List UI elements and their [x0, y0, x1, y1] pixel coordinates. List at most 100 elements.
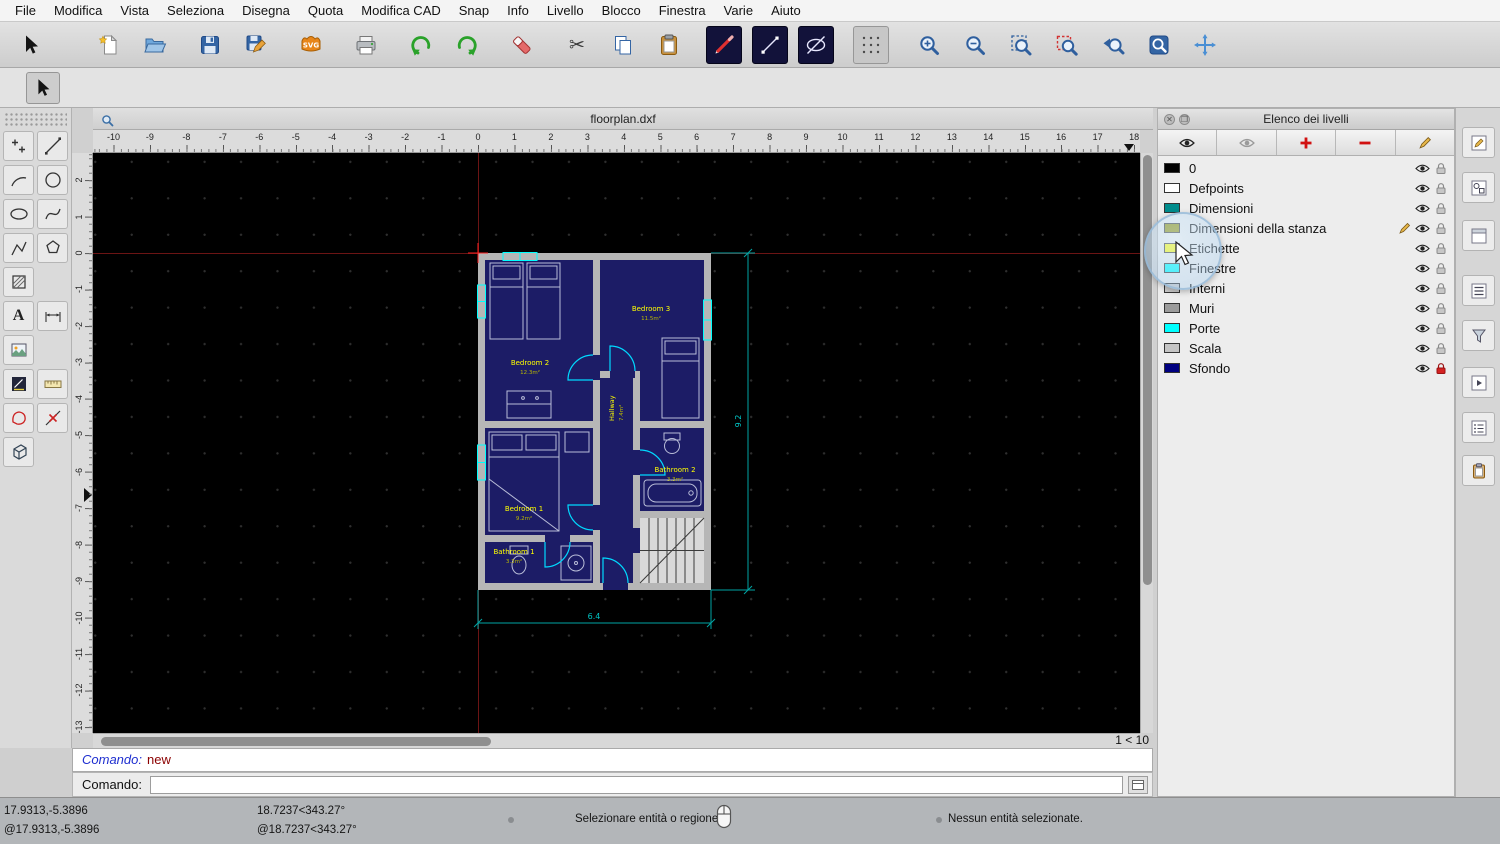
zoom-auto-button[interactable] [1003, 26, 1039, 64]
dock-property-editor-button[interactable] [1462, 127, 1495, 158]
circle-tool-button[interactable] [37, 165, 68, 195]
polyline-tool-button[interactable] [3, 233, 34, 263]
layer-visibility-eye-icon[interactable] [1412, 363, 1433, 374]
floorplan-drawing[interactable]: Bedroom 2 12.3m² Bedroom 3 11.5m² Bedroo… [463, 243, 763, 638]
undo-button[interactable] [403, 26, 439, 64]
dock-block-list-button[interactable] [1462, 275, 1495, 306]
region-tool-button[interactable] [3, 403, 34, 433]
line-tool-button[interactable] [752, 25, 788, 64]
layer-lock-icon[interactable] [1433, 362, 1449, 375]
hide-all-layers-button[interactable] [1217, 130, 1277, 155]
layer-visibility-eye-icon[interactable] [1412, 243, 1433, 254]
drawing-canvas[interactable]: Bedroom 2 12.3m² Bedroom 3 11.5m² Bedroo… [93, 153, 1140, 733]
palette-grip[interactable] [4, 112, 67, 127]
layer-visibility-eye-icon[interactable] [1412, 343, 1433, 354]
image-tool-button[interactable] [3, 335, 34, 365]
arc-tool-button[interactable] [3, 165, 34, 195]
zoom-previous-button[interactable] [1095, 26, 1131, 64]
cut-button[interactable]: ✂ [559, 26, 595, 64]
grid-toggle-button[interactable] [853, 25, 889, 64]
horizontal-scrollbar-thumb[interactable] [101, 736, 491, 746]
menu-item[interactable]: Disegna [233, 0, 299, 22]
hatch-tool-button[interactable] [3, 267, 34, 297]
dimension-tool-button[interactable] [37, 301, 68, 331]
new-file-button[interactable] [91, 26, 127, 64]
layer-row[interactable]: Defpoints [1158, 178, 1454, 198]
divide-tool-button[interactable] [37, 403, 68, 433]
redo-button[interactable] [449, 26, 485, 64]
dock-panel-button[interactable] [1462, 220, 1495, 251]
layer-lock-icon[interactable] [1433, 342, 1449, 355]
panel-reveal-arrow[interactable] [84, 488, 92, 502]
text-tool-button[interactable]: A [3, 301, 34, 331]
menu-item[interactable]: Quota [299, 0, 352, 22]
layer-visibility-eye-icon[interactable] [1412, 203, 1433, 214]
layer-row[interactable]: Scala [1158, 338, 1454, 358]
layer-lock-icon[interactable] [1433, 302, 1449, 315]
layer-visibility-eye-icon[interactable] [1412, 303, 1433, 314]
menu-item[interactable]: Livello [538, 0, 593, 22]
draw-pen-button[interactable] [706, 25, 742, 64]
svg-export-button[interactable]: SVG [293, 26, 329, 64]
add-layer-button[interactable] [1277, 130, 1337, 155]
dock-list-button[interactable] [1462, 412, 1495, 443]
selection-mode-button[interactable] [26, 72, 60, 104]
layer-visibility-eye-icon[interactable] [1412, 163, 1433, 174]
menu-item[interactable]: Modifica [45, 0, 111, 22]
dock-clipboard-button[interactable] [1462, 455, 1495, 486]
layer-lock-icon[interactable] [1433, 282, 1449, 295]
layer-visibility-eye-icon[interactable] [1412, 323, 1433, 334]
spline-tool-button[interactable] [37, 199, 68, 229]
menu-item[interactable]: File [6, 0, 45, 22]
vertical-scrollbar-thumb[interactable] [1143, 155, 1152, 585]
zoom-selection-button[interactable] [1049, 26, 1085, 64]
close-panel-button[interactable]: ✕ [1164, 114, 1175, 125]
menu-item[interactable]: Info [498, 0, 538, 22]
menu-item[interactable]: Varie [715, 0, 762, 22]
menu-item[interactable]: Blocco [593, 0, 650, 22]
command-input[interactable] [149, 775, 1123, 794]
horizontal-scrollbar[interactable] [93, 733, 1140, 748]
solid-tool-button[interactable] [3, 437, 34, 467]
menu-item[interactable]: Modifica CAD [352, 0, 449, 22]
layer-row[interactable]: Muri [1158, 298, 1454, 318]
menu-item[interactable]: Snap [450, 0, 498, 22]
eraser-button[interactable] [504, 26, 540, 64]
edit-layer-button[interactable] [1396, 130, 1454, 155]
detach-panel-button[interactable]: ❐ [1179, 114, 1190, 125]
measure-tool-button[interactable] [3, 369, 34, 399]
layer-row[interactable]: 0 [1158, 158, 1454, 178]
show-all-layers-button[interactable] [1158, 130, 1218, 155]
print-preview-button[interactable] [348, 26, 384, 64]
command-panel-toggle-button[interactable] [1128, 775, 1148, 794]
open-file-button[interactable] [137, 26, 173, 64]
zoom-window-button[interactable] [1141, 26, 1177, 64]
zoom-out-button[interactable] [957, 26, 993, 64]
layer-row[interactable]: Porte [1158, 318, 1454, 338]
layer-visibility-eye-icon[interactable] [1412, 223, 1433, 234]
layer-visibility-eye-icon[interactable] [1412, 183, 1433, 194]
points-tool-button[interactable] [3, 131, 34, 161]
dock-selection-filter-button[interactable] [1462, 320, 1495, 351]
line-tool-palette-button[interactable] [37, 131, 68, 161]
save-button[interactable] [192, 26, 228, 64]
layer-lock-icon[interactable] [1433, 182, 1449, 195]
menu-item[interactable]: Vista [111, 0, 158, 22]
layer-lock-icon[interactable] [1433, 202, 1449, 215]
layer-row[interactable]: Dimensioni [1158, 198, 1454, 218]
pan-button[interactable] [1187, 26, 1223, 64]
menu-item[interactable]: Aiuto [762, 0, 810, 22]
dock-library-browser-button[interactable] [1462, 172, 1495, 203]
save-as-button[interactable] [238, 26, 274, 64]
select-tool-button[interactable] [13, 26, 49, 64]
ellipse-tool-button[interactable] [798, 25, 834, 64]
menu-item[interactable]: Finestra [650, 0, 715, 22]
ellipse-tool-palette-button[interactable] [3, 199, 34, 229]
polygon-tool-button[interactable] [37, 233, 68, 263]
ruler-tool-button[interactable] [37, 369, 68, 399]
menu-item[interactable]: Seleziona [158, 0, 233, 22]
zoom-in-button[interactable] [911, 26, 947, 64]
layer-lock-icon[interactable] [1433, 242, 1449, 255]
layer-lock-icon[interactable] [1433, 162, 1449, 175]
copy-button[interactable] [605, 26, 641, 64]
